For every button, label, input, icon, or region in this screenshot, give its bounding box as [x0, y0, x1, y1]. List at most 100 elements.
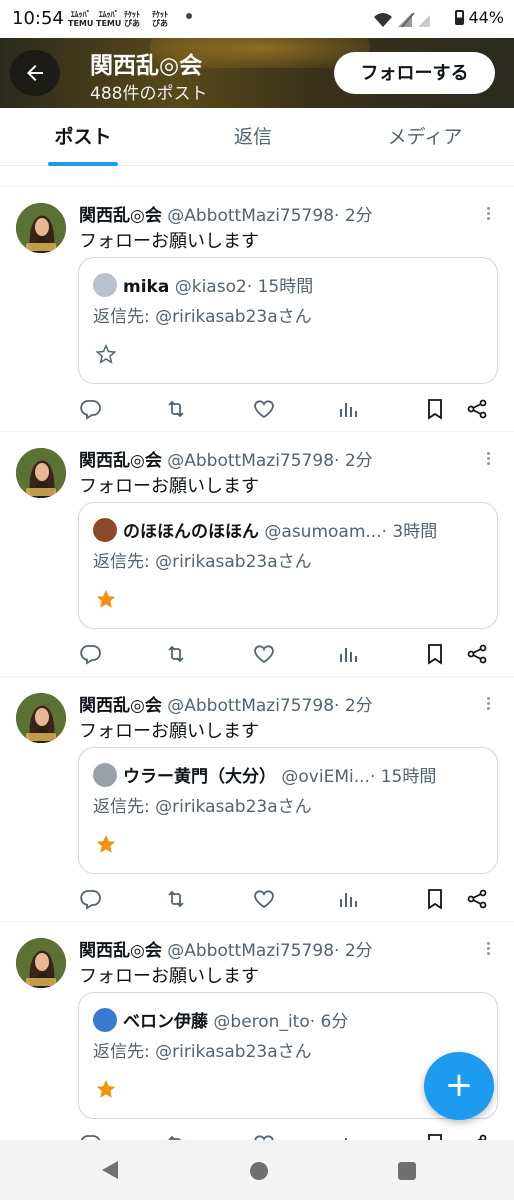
battery-status: 44% — [455, 8, 504, 27]
nav-back-icon[interactable] — [100, 1160, 120, 1180]
quote-header: ベロン伊藤 @beron_ito· 6分 — [93, 1007, 489, 1032]
share-icon[interactable] — [465, 887, 489, 911]
status-time: 10:54 — [12, 8, 64, 29]
bookmark-icon[interactable] — [423, 887, 447, 911]
reply-to-text: 返信先: @ririkasab23aさん — [93, 1042, 312, 1062]
views-icon[interactable] — [336, 642, 360, 666]
author-handle[interactable]: @AbbottMazi75798 — [167, 941, 334, 961]
tweet-actions — [0, 642, 514, 668]
tweet-time: · 2分 — [334, 941, 373, 961]
avatar-image — [16, 938, 66, 988]
tweet-time: · 2分 — [334, 451, 373, 471]
notification-dot-icon — [186, 13, 192, 19]
bookmark-icon[interactable] — [423, 397, 447, 421]
tweet-header: 関西乱◎会 @AbbottMazi75798· 2分 — [79, 201, 373, 226]
avatar-image — [16, 693, 66, 743]
notification-app-icon: ﾁｹｯﾄ ぴあ — [124, 10, 140, 28]
reply-icon[interactable] — [78, 642, 102, 666]
more-options-icon[interactable] — [480, 450, 496, 470]
tab-replies[interactable]: 返信 — [188, 108, 318, 166]
like-icon[interactable] — [252, 887, 276, 911]
tweet-header: 関西乱◎会 @AbbottMazi75798· 2分 — [79, 446, 373, 471]
retweet-icon[interactable] — [164, 397, 188, 421]
author-handle[interactable]: @AbbottMazi75798 — [167, 451, 334, 471]
avatar-image — [16, 203, 66, 253]
status-bar: 10:54 ｴﾑｯﾊﾞ TEMU ｴﾑｯﾊﾞ TEMU ﾁｹｯﾄ ぴあ ﾁｹｯﾄ ぴあ … — [0, 0, 514, 38]
more-options-icon[interactable] — [480, 940, 496, 960]
retweet-icon[interactable] — [164, 887, 188, 911]
quote-avatar — [93, 1008, 117, 1032]
quote-author-name: ウラー黄門（大分） — [123, 767, 276, 787]
tweet-actions — [0, 887, 514, 913]
quote-author-handle: @kiaso2 — [174, 277, 247, 297]
author-name[interactable]: 関西乱◎会 — [79, 696, 162, 716]
star-icon[interactable] — [95, 833, 117, 855]
nav-home-icon[interactable] — [250, 1162, 268, 1180]
notification-app-icon: ｴﾑｯﾊﾞ TEMU — [68, 10, 94, 28]
author-name[interactable]: 関西乱◎会 — [79, 206, 162, 226]
quote-author-name: のほほんのほほん — [123, 522, 259, 542]
avatar[interactable] — [16, 203, 66, 253]
compose-button[interactable]: + — [424, 1052, 494, 1120]
share-icon[interactable] — [465, 397, 489, 421]
quoted-tweet[interactable]: ウラー黄門（大分） @oviEMi...· 15時間 返信先: @ririkasa… — [78, 747, 498, 874]
quoted-tweet[interactable]: mika @kiaso2· 15時間返信先: @ririkasab23aさん — [78, 257, 498, 384]
quote-time: · 3時間 — [381, 522, 438, 542]
tab-media[interactable]: メディア — [360, 108, 490, 166]
quote-header: mika @kiaso2· 15時間 — [93, 272, 489, 297]
more-options-icon[interactable] — [480, 205, 496, 225]
avatar[interactable] — [16, 938, 66, 988]
tweet[interactable]: 関西乱◎会 @AbbottMazi75798· 2分フォローお願いします mika… — [0, 187, 514, 432]
tweet-text: フォローお願いします — [79, 966, 259, 987]
avatar[interactable] — [16, 448, 66, 498]
views-icon[interactable] — [336, 887, 360, 911]
tweet-header: 関西乱◎会 @AbbottMazi75798· 2分 — [79, 691, 373, 716]
more-options-icon[interactable] — [480, 695, 496, 715]
tweet-actions — [0, 397, 514, 423]
follow-button[interactable]: フォローする — [334, 52, 495, 94]
avatar[interactable] — [16, 693, 66, 743]
post-count: 488件のポスト — [90, 84, 208, 104]
reply-icon[interactable] — [78, 397, 102, 421]
views-icon[interactable] — [336, 397, 360, 421]
author-handle[interactable]: @AbbottMazi75798 — [167, 696, 334, 716]
author-name[interactable]: 関西乱◎会 — [79, 941, 162, 961]
bookmark-icon[interactable] — [423, 642, 447, 666]
quote-avatar — [93, 518, 117, 542]
like-icon[interactable] — [252, 642, 276, 666]
notification-app-icon: ｴﾑｯﾊﾞ TEMU — [96, 10, 122, 28]
back-button[interactable] — [10, 50, 60, 96]
reply-icon[interactable] — [78, 887, 102, 911]
quote-author-handle: @asumoam... — [264, 522, 382, 542]
quote-author-handle: @oviEMi... — [281, 767, 370, 787]
share-icon[interactable] — [465, 642, 489, 666]
tweet-header: 関西乱◎会 @AbbottMazi75798· 2分 — [79, 936, 373, 961]
tweet-text: フォローお願いします — [79, 476, 259, 497]
nav-recents-icon[interactable] — [398, 1162, 416, 1180]
avatar-image — [16, 448, 66, 498]
retweet-icon[interactable] — [164, 642, 188, 666]
author-handle[interactable]: @AbbottMazi75798 — [167, 206, 334, 226]
star-icon[interactable] — [95, 1078, 117, 1100]
star-outline-icon[interactable] — [95, 343, 117, 365]
like-icon[interactable] — [252, 397, 276, 421]
author-name[interactable]: 関西乱◎会 — [79, 451, 162, 471]
quoted-tweet[interactable]: のほほんのほほん @asumoam...· 3時間返信先: @ririkasab… — [78, 502, 498, 629]
tab-posts[interactable]: ポスト — [18, 108, 148, 166]
tweet[interactable]: 関西乱◎会 @AbbottMazi75798· 2分フォローお願いしますのほほん… — [0, 432, 514, 677]
star-icon[interactable] — [95, 588, 117, 610]
notification-app-icon: ﾁｹｯﾄ ぴあ — [152, 10, 168, 28]
system-nav-bar — [0, 1140, 514, 1200]
reply-to-text: 返信先: @ririkasab23aさん — [93, 307, 312, 327]
tweet[interactable]: 関西乱◎会 @AbbottMazi75798· 2分 フォローお願いします ウラー黄… — [0, 677, 514, 922]
quote-header: ウラー黄門（大分） @oviEMi...· 15時間 — [93, 762, 489, 787]
quote-author-handle: @beron_ito — [213, 1012, 310, 1032]
profile-header: 関西乱◎会 488件のポスト フォローする — [0, 38, 514, 108]
tweet-text: フォローお願いします — [79, 231, 259, 252]
signal-icons — [374, 12, 430, 28]
tweet[interactable]: 関西乱◎会 @AbbottMazi75798· 2分フォローお願いしますベロン伊… — [0, 922, 514, 1167]
quote-avatar — [93, 273, 117, 297]
reply-to-text: 返信先: @ririkasab23aさん — [93, 552, 312, 572]
plus-icon: + — [444, 1065, 474, 1105]
active-tab-indicator — [48, 162, 118, 166]
